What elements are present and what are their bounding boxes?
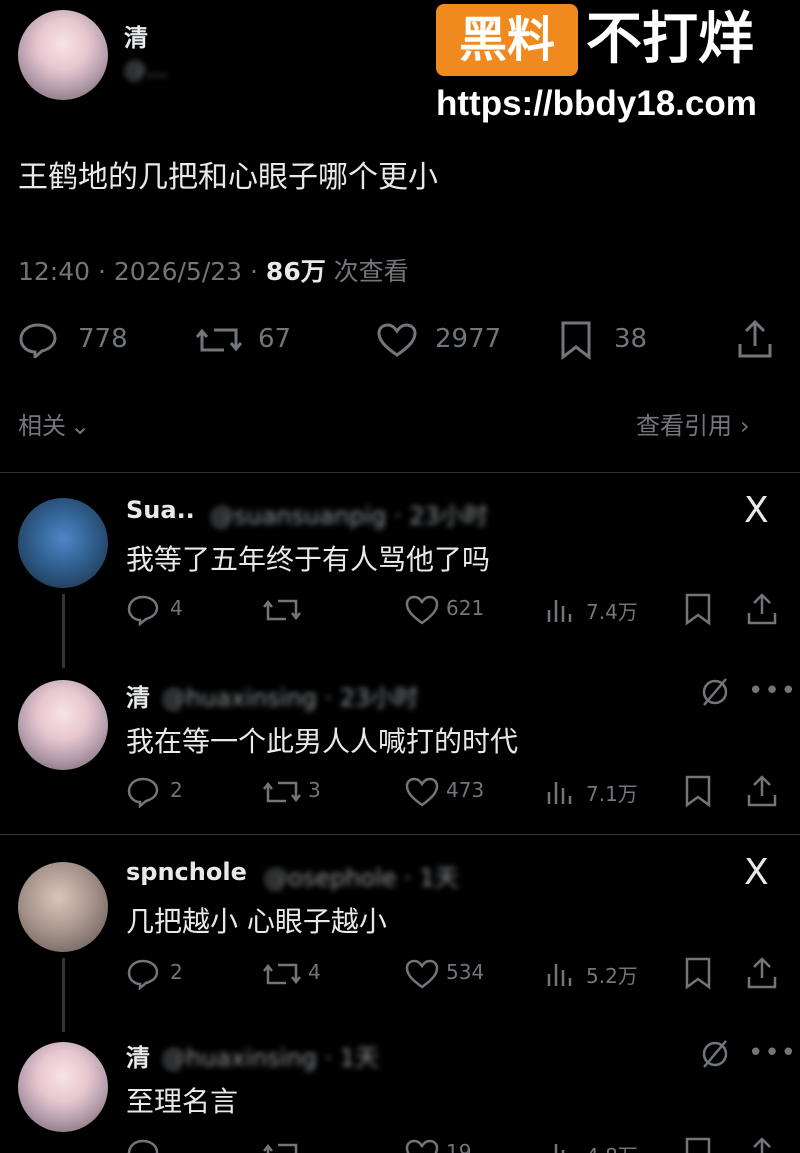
bookmark-icon[interactable] bbox=[684, 592, 712, 626]
reply-author-name[interactable]: Sua.. bbox=[126, 496, 195, 524]
retweet-icon[interactable] bbox=[262, 1138, 302, 1153]
retweet-icon[interactable] bbox=[196, 322, 242, 358]
views-count: 5.2万 bbox=[586, 964, 638, 988]
reply-author-name[interactable]: spnchole bbox=[126, 858, 247, 886]
views-count: 7.1万 bbox=[586, 782, 638, 806]
retweet-count: 4 bbox=[308, 960, 321, 984]
reply-count: 2 bbox=[170, 778, 183, 802]
reply-avatar[interactable] bbox=[18, 862, 108, 952]
reply-author-name[interactable]: 清 bbox=[126, 1038, 150, 1073]
like-icon[interactable] bbox=[404, 958, 440, 990]
reply-text: 我等了五年终于有人骂他了吗 bbox=[126, 543, 491, 576]
tweet-time[interactable]: 12:40 · 2026/5/23 · bbox=[18, 257, 266, 286]
bookmark-icon[interactable] bbox=[684, 774, 712, 808]
share-icon[interactable] bbox=[746, 956, 778, 990]
hidden-reply-icon[interactable] bbox=[700, 1038, 730, 1074]
retweet-count: 3 bbox=[308, 778, 321, 802]
retweet-icon[interactable] bbox=[262, 958, 302, 990]
reply-actions: 19 4.8万 bbox=[126, 1136, 786, 1153]
bookmark-icon[interactable] bbox=[684, 956, 712, 990]
retweet-count: 67 bbox=[258, 324, 292, 354]
related-label: 相关 bbox=[18, 412, 66, 440]
watermark-url: https://bbdy18.com bbox=[436, 84, 757, 123]
reply-actions: 2 3 473 7.1万 bbox=[126, 774, 786, 810]
chevron-right-icon: › bbox=[740, 412, 750, 440]
reply-icon[interactable] bbox=[126, 776, 160, 808]
bookmark-icon[interactable] bbox=[684, 1136, 712, 1153]
like-count: 473 bbox=[446, 778, 485, 802]
reply-count: 778 bbox=[78, 324, 128, 354]
retweet-icon[interactable] bbox=[262, 776, 302, 808]
reply-icon[interactable] bbox=[126, 1138, 160, 1153]
reply-actions: 2 4 534 5.2万 bbox=[126, 956, 786, 992]
x-logo-icon: X bbox=[744, 852, 769, 893]
section-divider bbox=[0, 472, 800, 473]
view-label: 次查看 bbox=[325, 257, 409, 286]
view-quotes-label: 查看引用 bbox=[636, 412, 732, 440]
reply-meta[interactable]: @suansuanpig · 23小时 bbox=[210, 496, 488, 531]
like-icon[interactable] bbox=[404, 1138, 440, 1153]
reply-avatar[interactable] bbox=[18, 680, 108, 770]
reply-avatar[interactable] bbox=[18, 1042, 108, 1132]
views-icon[interactable] bbox=[546, 960, 572, 988]
share-icon[interactable] bbox=[736, 318, 774, 360]
reply-text: 至理名言 bbox=[126, 1085, 239, 1118]
thread-divider bbox=[0, 834, 800, 835]
reply-count: 2 bbox=[170, 960, 183, 984]
views-icon[interactable] bbox=[546, 596, 572, 624]
reply-count: 4 bbox=[170, 596, 183, 620]
reply-author-name[interactable]: 清 bbox=[126, 678, 150, 713]
retweet-icon[interactable] bbox=[262, 594, 302, 626]
chevron-down-icon: ⌄ bbox=[70, 412, 91, 440]
author-avatar[interactable] bbox=[18, 10, 108, 100]
like-count: 534 bbox=[446, 960, 485, 984]
share-icon[interactable] bbox=[746, 774, 778, 808]
view-count: 86万 bbox=[265, 257, 326, 286]
views-count: 7.4万 bbox=[586, 600, 638, 624]
reply-icon[interactable] bbox=[126, 958, 160, 990]
more-options-icon[interactable]: ••• bbox=[748, 1038, 797, 1068]
reply-text: 我在等一个此男人人喊打的时代 bbox=[126, 725, 519, 758]
like-icon[interactable] bbox=[404, 776, 440, 808]
views-icon[interactable] bbox=[546, 778, 572, 806]
reply-icon[interactable] bbox=[18, 322, 58, 358]
author-handle[interactable]: @... bbox=[124, 58, 167, 83]
reply-meta[interactable]: @osephole · 1天 bbox=[264, 858, 459, 893]
view-quotes-link[interactable]: 查看引用 › bbox=[636, 406, 750, 441]
thread-line bbox=[62, 594, 65, 668]
more-options-icon[interactable]: ••• bbox=[748, 676, 797, 706]
like-count: 2977 bbox=[435, 324, 502, 354]
reply-icon[interactable] bbox=[126, 594, 160, 626]
reply-meta[interactable]: @huaxinsing · 23小时 bbox=[162, 678, 418, 713]
thread-line bbox=[62, 958, 65, 1032]
views-count: 4.8万 bbox=[586, 1140, 638, 1153]
like-count: 621 bbox=[446, 596, 485, 620]
author-name[interactable]: 清 bbox=[124, 18, 148, 53]
like-icon[interactable] bbox=[376, 322, 418, 358]
like-icon[interactable] bbox=[404, 594, 440, 626]
watermark-text: 不打烊 bbox=[586, 7, 754, 72]
tweet-meta: 12:40 · 2026/5/23 · 86万 次查看 bbox=[18, 252, 409, 288]
related-toggle[interactable]: 相关 ⌄ bbox=[18, 406, 90, 441]
reply-avatar[interactable] bbox=[18, 498, 108, 588]
like-count: 19 bbox=[446, 1140, 472, 1153]
bookmark-count: 38 bbox=[614, 324, 648, 354]
tweet-text: 王鹤地的几把和心眼子哪个更小 bbox=[18, 160, 438, 195]
bookmark-icon[interactable] bbox=[560, 320, 592, 360]
reply-actions: 4 621 7.4万 bbox=[126, 592, 786, 628]
share-icon[interactable] bbox=[746, 592, 778, 626]
reply-text: 几把越小 心眼子越小 bbox=[126, 905, 387, 938]
watermark-badge: 黑料 bbox=[436, 4, 578, 76]
share-icon[interactable] bbox=[746, 1136, 778, 1153]
x-logo-icon: X bbox=[744, 490, 769, 531]
views-icon[interactable] bbox=[546, 1140, 572, 1153]
hidden-reply-icon[interactable] bbox=[700, 676, 730, 712]
reply-meta[interactable]: @huaxinsing · 1天 bbox=[162, 1038, 379, 1073]
